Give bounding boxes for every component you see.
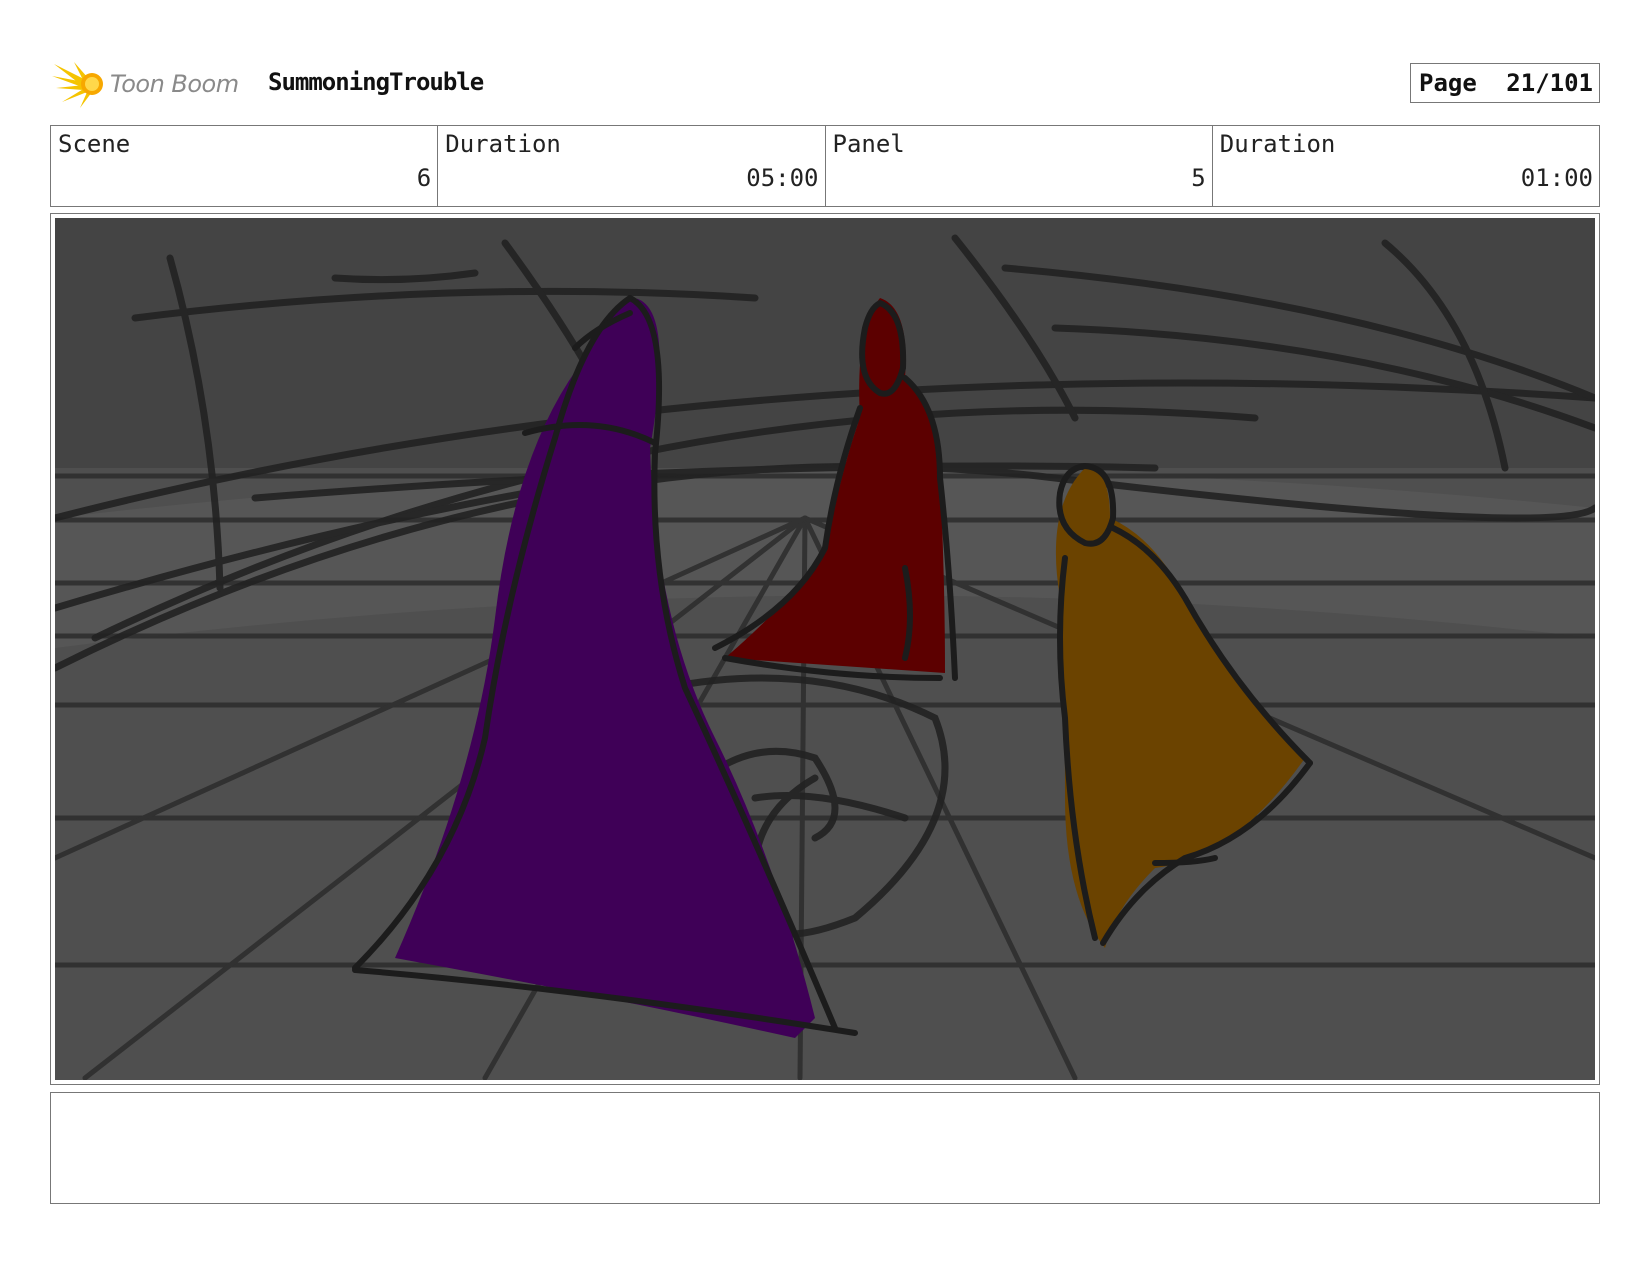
scene-cell: Scene 6 [51, 126, 439, 206]
panel-cell: Panel 5 [826, 126, 1213, 206]
scene-duration-value: 05:00 [746, 164, 819, 192]
panel-duration-cell: Duration 01:00 [1213, 126, 1599, 206]
sketch-artwork [55, 218, 1595, 1080]
starburst-icon [52, 62, 103, 108]
panel-duration-label: Duration [1219, 130, 1336, 158]
project-title: SummoningTrouble [268, 68, 484, 96]
panel-value: 5 [1191, 164, 1206, 192]
toon-boom-logo: Toon Boom [52, 58, 262, 110]
logo-text: Toon Boom [110, 70, 239, 98]
scene-duration-label: Duration [445, 130, 561, 158]
notes-area [50, 1092, 1600, 1204]
panel-drawing [55, 218, 1595, 1080]
storyboard-panel [50, 213, 1600, 1085]
panel-label: Panel [832, 130, 905, 158]
scene-label: Scene [58, 130, 131, 158]
scene-value: 6 [416, 164, 432, 192]
panel-info-row: Scene 6 Duration 05:00 Panel 5 Duration … [50, 125, 1600, 207]
page-label: Page [1419, 69, 1477, 97]
panel-duration-value: 01:00 [1520, 164, 1593, 192]
scene-duration-cell: Duration 05:00 [438, 126, 826, 206]
page-number: 21/101 [1506, 69, 1593, 97]
page-indicator: Page 21/101 [1410, 63, 1600, 103]
page-header: Toon Boom SummoningTrouble Page 21/101 [50, 56, 1600, 112]
